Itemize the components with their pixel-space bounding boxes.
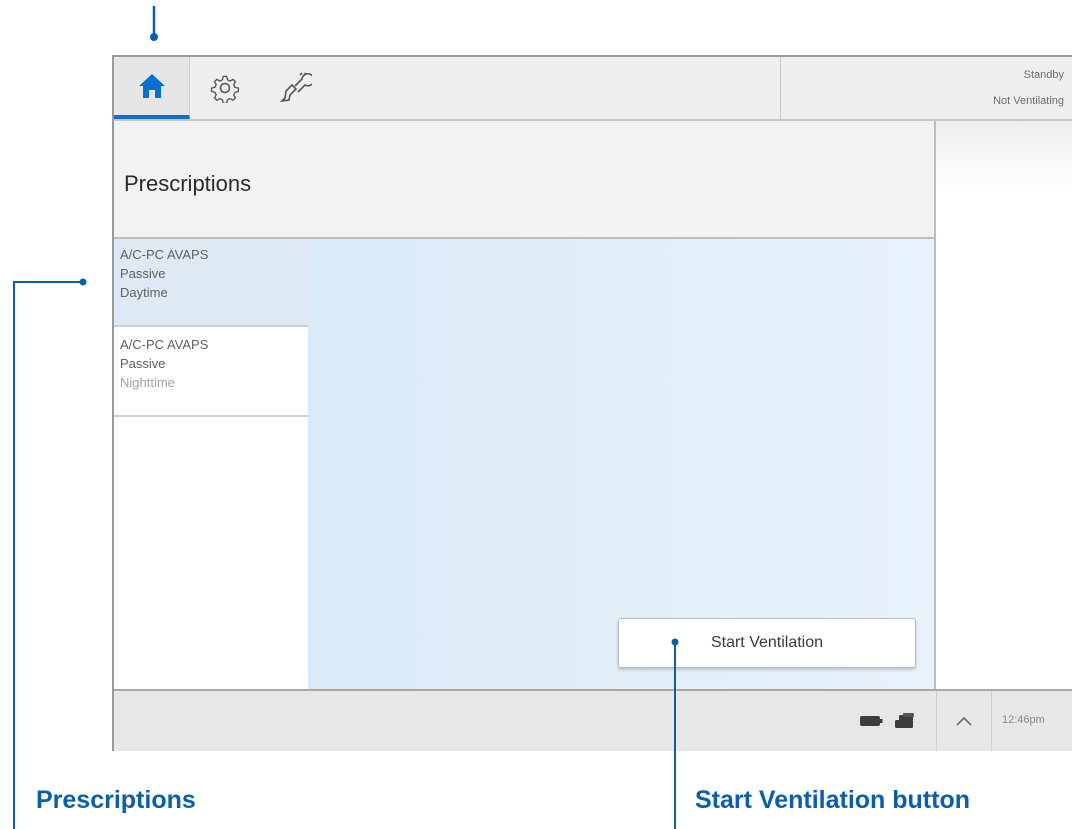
tab-tools[interactable] — [260, 57, 330, 119]
power-status-icons — [840, 691, 936, 751]
clock: 12:46pm — [1002, 714, 1045, 726]
prescription-type: Passive — [120, 356, 166, 371]
callout-start-ventilation: Start Ventilation button — [695, 786, 970, 814]
chevron-up-icon — [956, 716, 972, 726]
tab-settings[interactable] — [190, 57, 260, 119]
annotation-arrow-down-icon — [150, 6, 158, 41]
prescription-list: A/C-PC AVAPS Passive Daytime A/C-PC AVAP… — [114, 239, 308, 689]
ventilator-screen: Standby Not Ventilating Prescriptions A/… — [112, 55, 1072, 751]
external-power-icon — [895, 713, 914, 728]
tools-icon — [279, 72, 312, 103]
title-panel: Prescriptions — [114, 121, 936, 239]
prescription-mode: A/C-PC AVAPS — [120, 247, 209, 262]
gear-icon — [210, 75, 240, 103]
right-panel — [936, 121, 1072, 689]
prescription-item-daytime[interactable]: A/C-PC AVAPS Passive Daytime — [114, 239, 308, 327]
callout-prescriptions: Prescriptions — [36, 786, 196, 814]
prescription-mode: A/C-PC AVAPS — [120, 337, 209, 352]
top-bar: Standby Not Ventilating — [114, 57, 1072, 121]
prescription-type: Passive — [120, 266, 166, 281]
status-mode: Standby — [1023, 69, 1064, 81]
status-area: Standby Not Ventilating — [780, 57, 1072, 119]
home-icon — [138, 74, 165, 98]
page-title: Prescriptions — [124, 171, 252, 196]
prescription-item-nighttime[interactable]: A/C-PC AVAPS Passive Nighttime — [114, 329, 308, 417]
bottom-bar: 12:46pm — [114, 689, 1072, 751]
prescription-detail-area: Start Ventilation — [308, 239, 936, 689]
prescription-name: Daytime — [120, 285, 168, 300]
prescription-name: Nighttime — [120, 375, 175, 390]
battery-icon — [860, 716, 883, 726]
start-ventilation-button[interactable]: Start Ventilation — [618, 618, 916, 668]
expand-button[interactable] — [936, 691, 992, 751]
status-ventilation: Not Ventilating — [993, 95, 1064, 107]
tab-home[interactable] — [114, 57, 190, 119]
